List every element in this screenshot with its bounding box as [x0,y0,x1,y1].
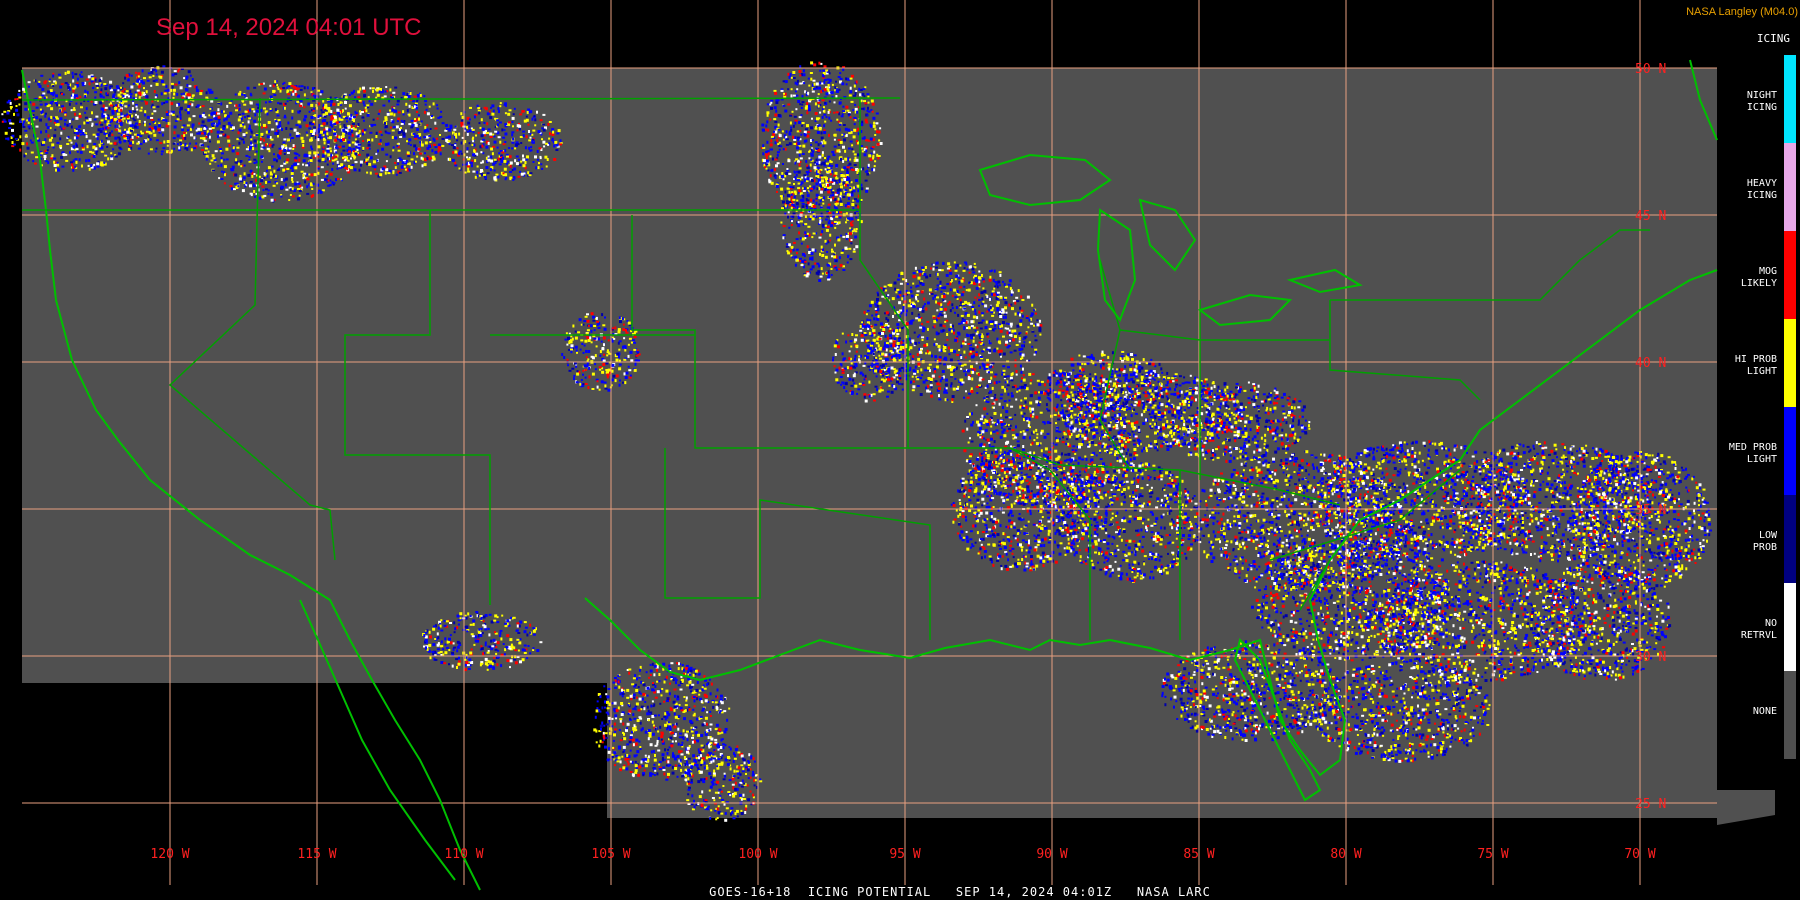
legend-swatch [1784,143,1796,231]
legend-label: MED PROB LIGHT [1728,442,1777,465]
timestamp-title: Sep 14, 2024 04:01 UTC [156,14,422,41]
latitude-label: 40 N [1635,356,1666,371]
latitude-label: 30 N [1635,650,1666,665]
legend-swatch [1784,407,1796,495]
legend-swatch [1784,231,1796,319]
longitude-label: 95 W [889,847,920,862]
latitude-label: 25 N [1635,797,1666,812]
latitude-label: 50 N [1635,62,1666,77]
legend-swatch [1784,495,1796,583]
legend-label: MOG LIKELY [1740,266,1777,289]
longitude-label: 85 W [1183,847,1214,862]
icing-map: 120 W 115 W 110 W 105 W 100 W 95 W 90 W 85 W 80 … [1,0,1775,891]
legend-label: NO RETRVL [1740,618,1777,641]
latitude-label: 35 N [1635,503,1666,518]
legend-swatch [1784,55,1796,143]
longitude-label: 100 W [738,847,777,862]
legend-label: HI PROB LIGHT [1734,354,1777,377]
longitude-label: 80 W [1330,847,1361,862]
legend-label: LOW PROB [1752,530,1777,553]
legend-label: HEAVY ICING [1746,178,1777,201]
longitude-label: 75 W [1477,847,1508,862]
legend-swatch [1784,671,1796,759]
legend-swatch [1784,319,1796,407]
longitude-label: 105 W [591,847,630,862]
legend-label: NONE [1752,706,1777,717]
legend-swatch [1784,583,1796,671]
longitude-label: 115 W [297,847,336,862]
latitude-label: 45 N [1635,209,1666,224]
longitude-label: 70 W [1624,847,1655,862]
legend-label: NIGHT ICING [1746,90,1777,113]
longitude-label: 120 W [150,847,189,862]
longitude-label: 110 W [444,847,483,862]
credit-label: NASA Langley (M04.0) [1686,6,1798,18]
footer-caption: GOES-16+18 ICING POTENTIAL SEP 14, 2024 … [709,885,1211,899]
longitude-label: 90 W [1036,847,1067,862]
legend-title: ICING [1756,32,1790,45]
